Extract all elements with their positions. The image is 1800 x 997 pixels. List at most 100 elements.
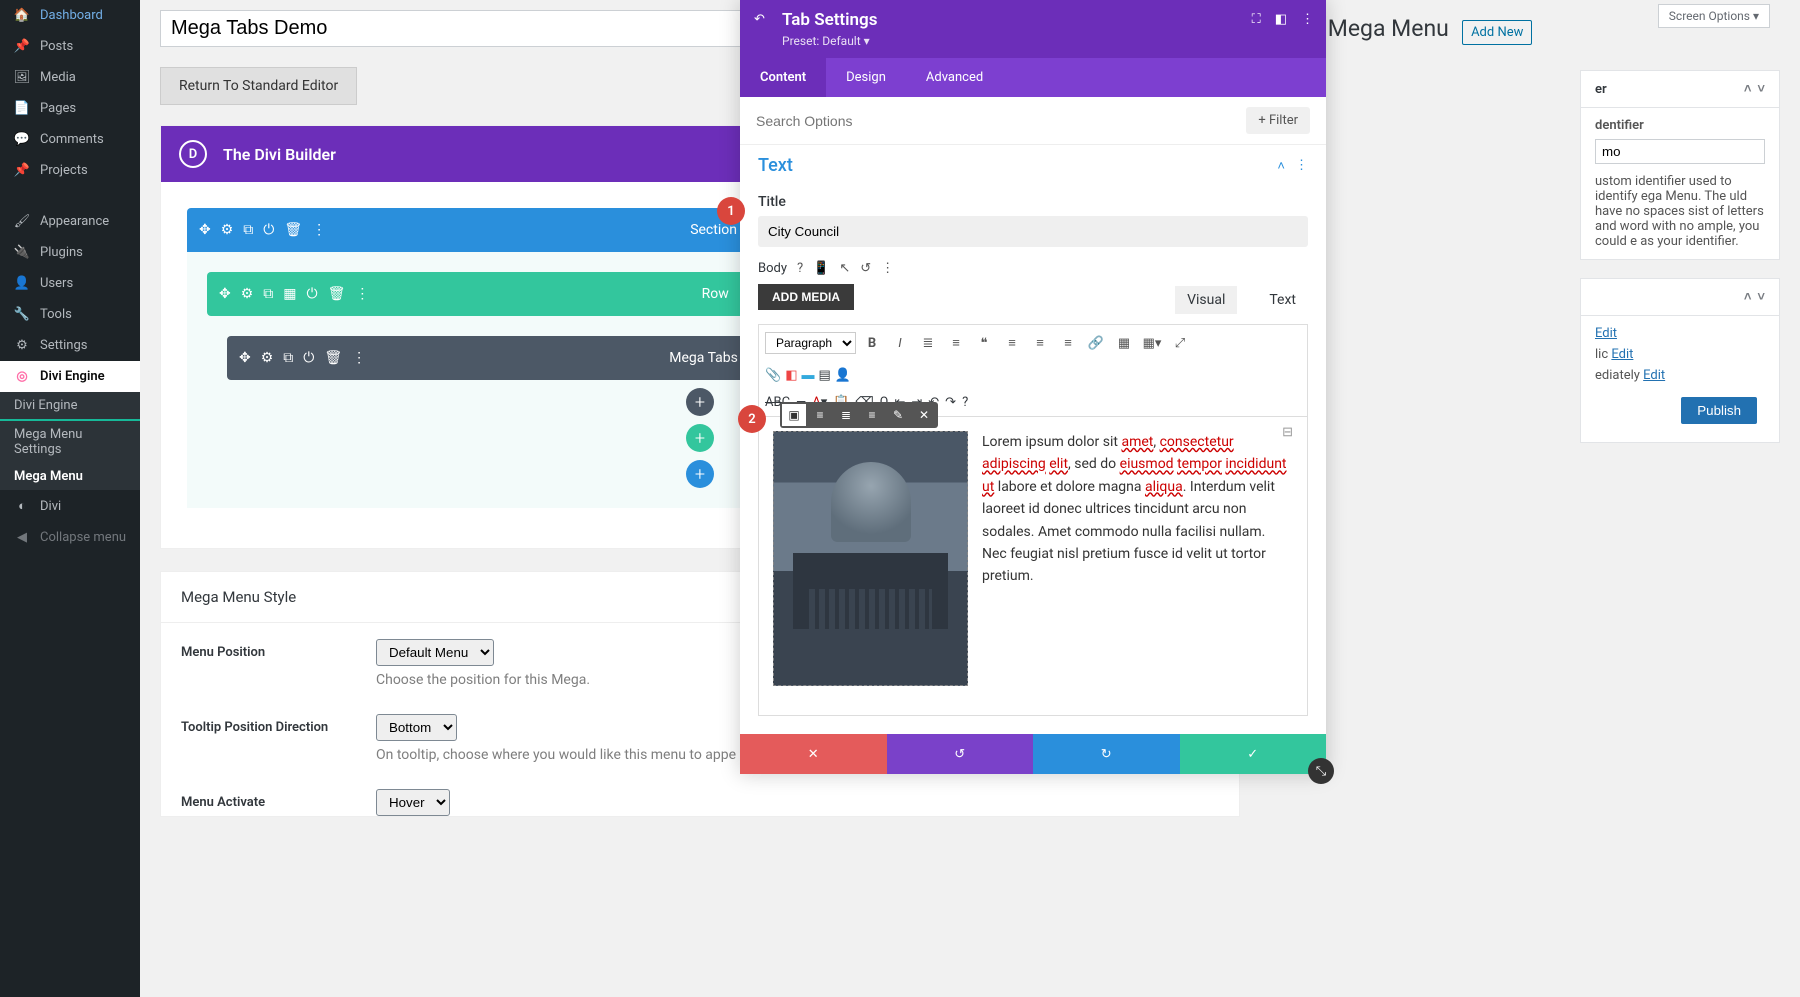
bold-icon[interactable]: B [860,331,884,355]
sidebar-item-posts[interactable]: 📌Posts [0,31,140,62]
more-icon[interactable]: ⋮ [1301,12,1314,27]
chevron-down-icon[interactable]: ˅ [1757,290,1765,305]
sidebar-item-projects[interactable]: 📌Projects [0,155,140,186]
redo-button[interactable]: ↻ [1033,734,1180,774]
expand-icon[interactable]: ⛶ [1252,12,1261,27]
editor-tab-visual[interactable]: Visual [1175,286,1237,314]
text-section-head[interactable]: Text ˄⋮ [740,145,1326,186]
trash-icon[interactable]: 🗑 [284,222,302,238]
sidebar-item-divi-engine[interactable]: ◎Divi Engine [0,361,140,392]
identifier-input[interactable] [1595,139,1765,164]
resize-handle[interactable]: ⤡ [1308,758,1334,784]
ol-icon[interactable]: ≡ [944,331,968,355]
return-standard-editor-button[interactable]: Return To Standard Editor [160,67,357,105]
power-icon[interactable]: ⏻ [263,222,274,238]
sidebar-item-appearance[interactable]: 🖌Appearance [0,206,140,237]
attach-icon[interactable]: 📎 [765,368,781,383]
back-arrow-icon[interactable]: ↶ [754,12,765,27]
move-icon[interactable]: ✥ [199,222,211,238]
table-icon[interactable]: ▦▾ [1140,331,1164,355]
tab-advanced[interactable]: Advanced [906,58,1003,97]
reset-icon[interactable]: ↺ [860,261,871,276]
add-media-button[interactable]: ADD MEDIA [758,284,854,310]
add-new-button[interactable]: Add New [1462,20,1532,45]
submenu-item-mega-menu-settings[interactable]: Mega Menu Settings [0,421,140,463]
trash-icon[interactable]: 🗑 [328,286,346,302]
ul-icon[interactable]: ≣ [916,331,940,355]
quote-icon[interactable]: ❝ [972,331,996,355]
chevron-up-icon[interactable]: ˄ [1744,290,1752,305]
user-icon[interactable]: 👤 [835,368,851,383]
img-align-right-icon[interactable]: ≣ [834,404,858,426]
snap-icon[interactable]: ◧ [1275,12,1287,27]
editor-image[interactable]: ▣ ≡ ≣ ≡ ✎ ✕ [773,431,968,686]
gear-icon[interactable]: ⚙ [241,286,254,302]
duplicate-icon[interactable]: ⧉ [283,350,293,366]
color2-icon[interactable]: ▬ [801,367,814,383]
sidebar-item-plugins[interactable]: 🔌Plugins [0,237,140,268]
duplicate-icon[interactable]: ⧉ [243,222,253,238]
submenu-item-divi-engine[interactable]: Divi Engine [0,392,140,421]
redo-icon[interactable]: ↷ [945,395,956,410]
responsive-icon[interactable]: 📱 [813,261,829,276]
align-right-icon[interactable]: ≡ [1056,331,1080,355]
sidebar-item-media[interactable]: 🖼Media [0,62,140,93]
power-icon[interactable]: ⏻ [307,286,318,302]
sidebar-collapse-button[interactable]: ◀Collapse menu [0,522,140,553]
more-icon[interactable]: ⋮ [1295,158,1308,174]
edit-visibility-link[interactable]: Edit [1611,347,1633,362]
more-icon[interactable]: ⋮ [355,286,369,302]
italic-icon[interactable]: I [888,331,912,355]
tab-design[interactable]: Design [826,58,906,97]
img-remove-icon[interactable]: ✕ [912,404,936,426]
submenu-item-mega-menu[interactable]: Mega Menu [0,463,140,490]
undo-button[interactable]: ↺ [887,734,1034,774]
sidebar-item-users[interactable]: 👤Users [0,268,140,299]
edit-schedule-link[interactable]: Edit [1643,368,1665,383]
extend-icon[interactable]: ⊟ [1282,425,1293,440]
sidebar-item-dashboard[interactable]: 🏠Dashboard [0,0,140,31]
link-icon[interactable]: 🔗 [1084,331,1108,355]
save-button[interactable]: ✓ [1180,734,1327,774]
paragraph-select[interactable]: Paragraph [765,332,856,354]
publish-button[interactable]: Publish [1681,397,1757,424]
chevron-up-icon[interactable]: ˄ [1277,158,1285,174]
gear-icon[interactable]: ⚙ [221,222,234,238]
title-field-input[interactable] [758,216,1308,247]
power-icon[interactable]: ⏻ [303,350,314,366]
chevron-down-icon[interactable]: ˅ [1757,82,1765,97]
menu-activate-select[interactable]: Hover [376,789,450,816]
editor-tab-text[interactable]: Text [1257,286,1308,314]
sidebar-item-comments[interactable]: 💬Comments [0,124,140,155]
search-options-input[interactable] [756,113,1246,129]
sidebar-item-pages[interactable]: 📄Pages [0,93,140,124]
add-module-button[interactable]: + [686,388,714,416]
more-icon[interactable]: ⋮ [881,261,894,276]
panel-head[interactable]: ˄˅ [1581,279,1779,316]
img-align-none-icon[interactable]: ≡ [860,404,884,426]
panel-head[interactable]: er ˄˅ [1581,71,1779,108]
hover-icon[interactable]: ↖ [839,261,850,276]
gear-icon[interactable]: ⚙ [261,350,274,366]
modal-preset[interactable]: Preset: Default ▾ [782,34,1310,48]
insert-icon[interactable]: ▦ [1112,331,1136,355]
chevron-up-icon[interactable]: ˄ [1744,82,1752,97]
help-icon[interactable]: ? [797,261,803,276]
img-align-left-icon[interactable]: ▣ [782,404,806,426]
duplicate-icon[interactable]: ⧉ [263,286,273,302]
columns-icon[interactable]: ▦ [283,286,296,302]
format-icon[interactable]: ▤ [818,368,830,383]
tooltip-direction-select[interactable]: Bottom [376,714,457,741]
filter-button[interactable]: + Filter [1246,107,1310,134]
fullscreen-icon[interactable]: ⤢ [1168,331,1192,355]
more-icon[interactable]: ⋮ [352,350,366,366]
sidebar-item-tools[interactable]: 🔧Tools [0,299,140,330]
menu-position-select[interactable]: Default Menu [376,639,494,666]
more-icon[interactable]: ⋮ [312,222,326,238]
editor-content[interactable]: ⊟ ▣ ≡ ≣ ≡ ✎ ✕ Lorem ipsum dolor sit amet… [758,416,1308,716]
align-center-icon[interactable]: ≡ [1028,331,1052,355]
move-icon[interactable]: ✥ [239,350,251,366]
cancel-button[interactable]: ✕ [740,734,887,774]
edit-status-link[interactable]: Edit [1595,326,1617,341]
sidebar-item-divi[interactable]: ◐Divi [0,490,140,522]
